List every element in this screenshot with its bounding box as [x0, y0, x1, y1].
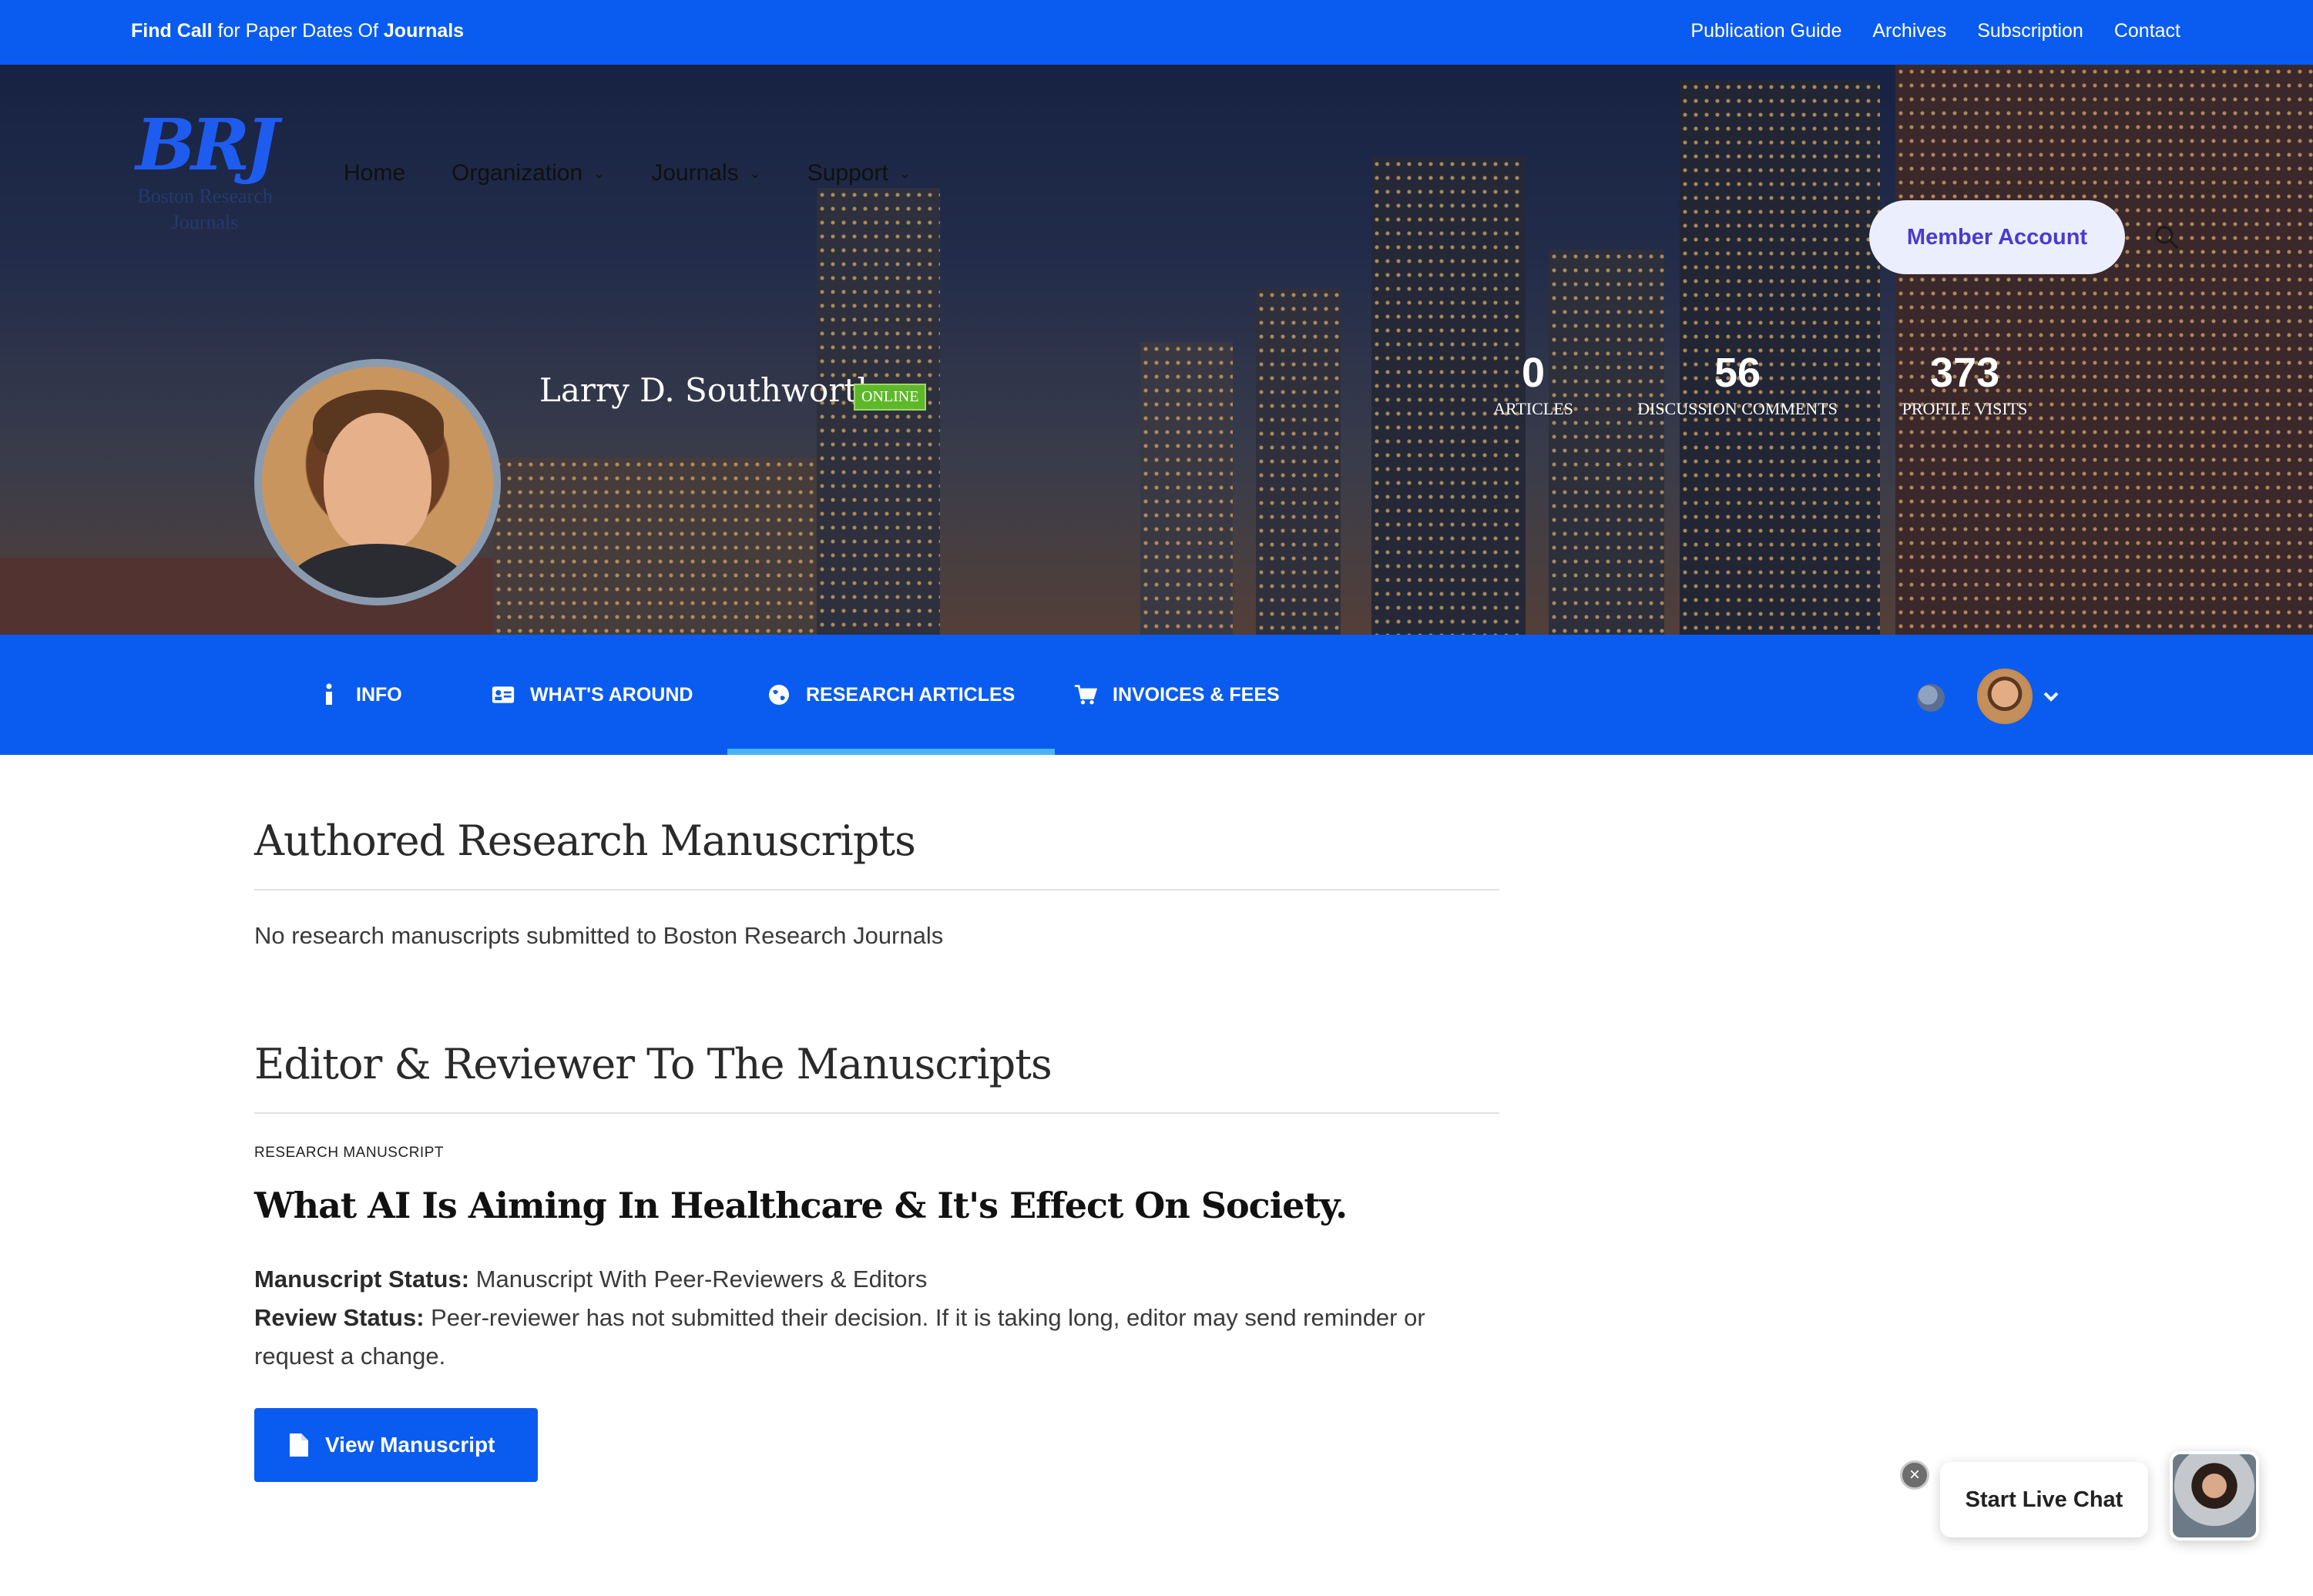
chevron-down-icon: ⌄ [593, 165, 606, 181]
brand-name-line1: Boston Research [137, 185, 273, 207]
top-link-subscription[interactable]: Subscription [1977, 20, 2083, 42]
stat-value: 373 [1929, 350, 2000, 396]
brand-mark: BRJ [136, 103, 279, 186]
avatar-face [324, 413, 431, 552]
tab-label: INFO [356, 683, 402, 706]
manuscript-status-label: Manuscript Status: [254, 1266, 470, 1293]
tab-info[interactable]: INFO [317, 635, 402, 755]
stat-value: 56 [1714, 350, 1761, 396]
stat-profile-visits: 373 PROFILE VISITS [1895, 348, 2034, 421]
stat-label: ARTICLES [1493, 399, 1573, 418]
promo-suffix: Journals [383, 20, 465, 42]
review-status-value: Peer-reviewer has not submitted their de… [254, 1304, 1425, 1370]
tab-label: INVOICES & FEES [1113, 683, 1280, 706]
top-link-archives[interactable]: Archives [1872, 20, 1946, 42]
manuscript-title[interactable]: What AI Is Aiming In Healthcare & It's E… [254, 1182, 1499, 1229]
member-account-button[interactable]: Member Account [1869, 200, 2125, 274]
nav-item-home[interactable]: Home [344, 160, 405, 186]
profile-tab-bar: INFO WHAT'S AROUND RESEARCH ARTICLES INV… [0, 635, 2313, 755]
nav-item-journals[interactable]: Journals ⌄ [651, 160, 761, 186]
authored-heading: Authored Research Manuscripts [254, 816, 916, 865]
manuscript-status-value: Manuscript With Peer-Reviewers & Editors [469, 1266, 928, 1293]
online-status-badge: ONLINE [854, 384, 927, 411]
stat-value: 0 [1521, 350, 1546, 396]
nav-label: Home [344, 160, 406, 186]
chevron-down-icon: ⌄ [898, 165, 911, 181]
nav-item-organization[interactable]: Organization ⌄ [452, 160, 605, 186]
tab-research-articles[interactable]: RESEARCH ARTICLES [727, 635, 1056, 755]
start-live-chat-button[interactable]: Start Live Chat [1940, 1462, 2148, 1537]
top-links: Publication Guide Archives Subscription … [1690, 20, 2180, 42]
section-divider [254, 889, 1499, 890]
tab-label: WHAT'S AROUND [530, 683, 693, 706]
tab-label: RESEARCH ARTICLES [806, 683, 1016, 706]
main-nav: Home Organization ⌄ Journals ⌄ Support ⌄ [344, 160, 911, 186]
chevron-down-icon: ⌄ [749, 165, 761, 181]
view-manuscript-button[interactable]: View Manuscript [254, 1408, 538, 1482]
editor-heading: Editor & Reviewer To The Manuscripts [254, 1040, 1052, 1088]
review-status: Review Status: Peer-reviewer has not sub… [254, 1299, 1499, 1376]
language-globe-icon[interactable] [1917, 684, 1945, 712]
nav-item-support[interactable]: Support ⌄ [807, 160, 911, 186]
user-menu-avatar[interactable] [1977, 669, 2033, 724]
avatar-shirt [285, 544, 470, 598]
stat-discussion-comments: 56 DISCUSSION COMMENTS [1633, 348, 1841, 421]
search-icon[interactable] [2154, 225, 2179, 250]
review-status-label: Review Status: [254, 1304, 425, 1331]
nav-label: Support [807, 160, 888, 186]
tab-invoices-fees[interactable]: INVOICES & FEES [1074, 635, 1280, 755]
brand-name-line2: Journals [171, 211, 239, 233]
stat-articles: 0 ARTICLES [1487, 348, 1579, 421]
chat-agent-avatar[interactable] [2170, 1451, 2259, 1541]
document-icon [290, 1433, 308, 1457]
research-articles-content: Authored Research Manuscripts No researc… [254, 793, 1499, 1482]
chat-close-icon[interactable]: × [1900, 1460, 1929, 1490]
globe-icon [767, 683, 791, 706]
cart-icon [1074, 683, 1097, 706]
brand-logo[interactable]: BRJ Boston Research Journals [128, 106, 282, 237]
section-divider [254, 1112, 1499, 1114]
nav-label: Organization [452, 160, 583, 186]
authored-empty-text: No research manuscripts submitted to Bos… [254, 922, 944, 949]
nav-label: Journals [651, 160, 739, 186]
top-link-publication-guide[interactable]: Publication Guide [1690, 20, 1841, 42]
stat-label: DISCUSSION COMMENTS [1637, 399, 1838, 418]
manuscript-eyebrow: RESEARCH MANUSCRIPT [254, 1145, 444, 1161]
top-link-contact[interactable]: Contact [2114, 20, 2180, 42]
profile-name: Larry D. Southworth [539, 371, 878, 409]
call-for-papers-promo[interactable]: Find Call for Paper Dates Of Journals [131, 20, 464, 42]
id-card-icon [492, 683, 515, 706]
info-icon [317, 683, 341, 706]
promo-middle: for Paper Dates Of [212, 20, 384, 42]
promo-prefix: Find Call [131, 20, 213, 42]
tab-whats-around[interactable]: WHAT'S AROUND [492, 635, 693, 755]
profile-avatar [254, 359, 501, 605]
profile-hero: BRJ Boston Research Journals Home Organi… [0, 65, 2313, 635]
stat-label: PROFILE VISITS [1902, 399, 2028, 418]
view-manuscript-label: View Manuscript [325, 1433, 495, 1457]
manuscript-status: Manuscript Status: Manuscript With Peer-… [254, 1260, 1499, 1299]
chevron-down-icon[interactable] [2042, 687, 2060, 706]
top-bar: Find Call for Paper Dates Of Journals Pu… [0, 0, 2313, 65]
